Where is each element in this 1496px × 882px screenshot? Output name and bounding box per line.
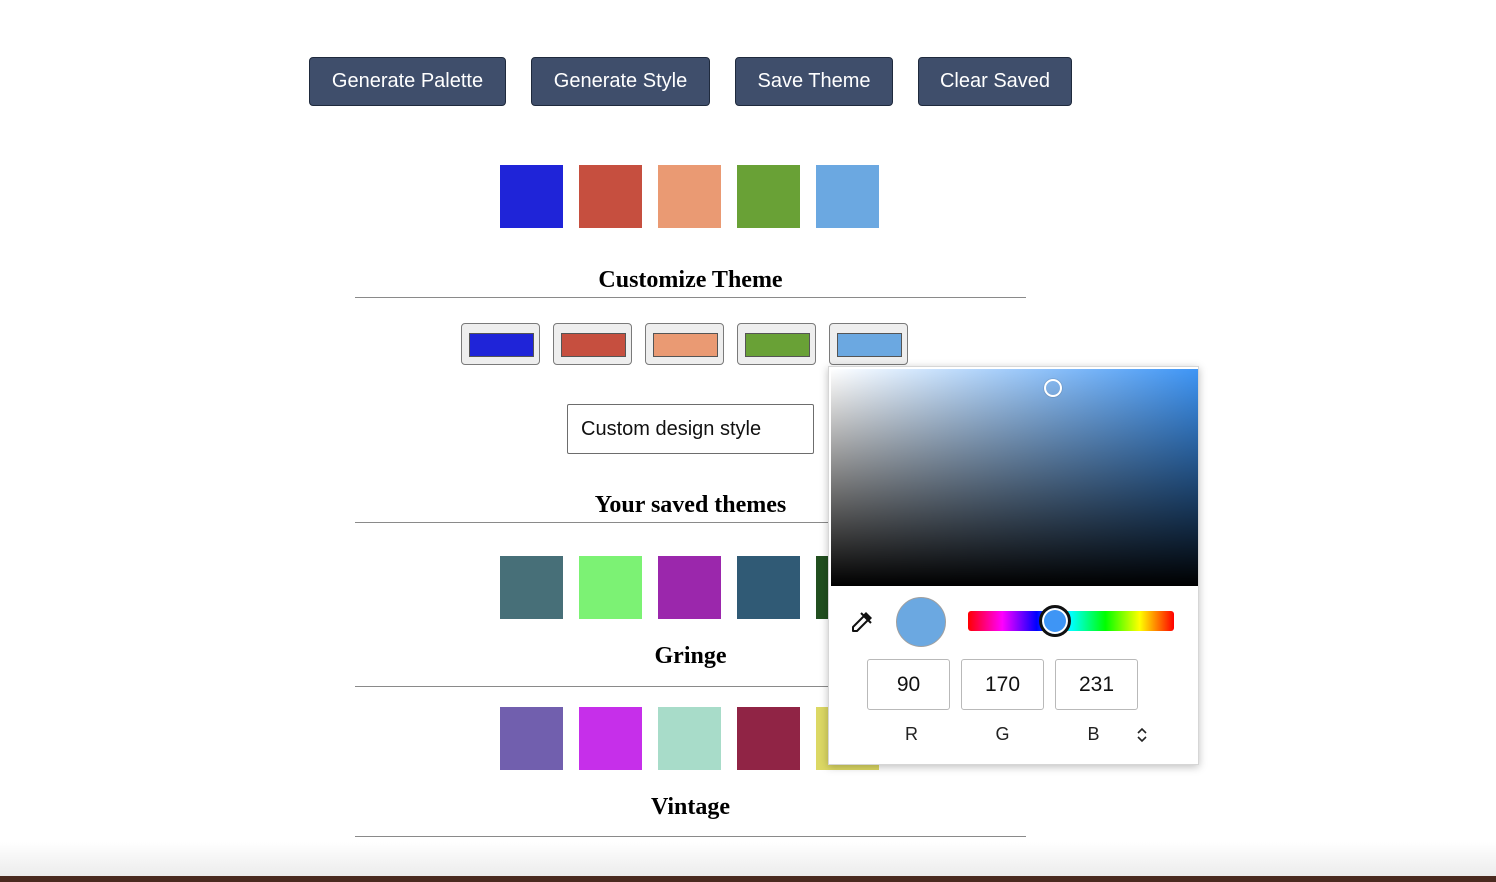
color-fill <box>653 333 718 357</box>
palette-swatch[interactable] <box>500 165 563 228</box>
customize-theme-heading: Customize Theme <box>598 267 783 293</box>
saved-swatch[interactable] <box>500 707 563 770</box>
color-input-button-3[interactable] <box>645 323 724 365</box>
divider <box>355 297 1026 298</box>
color-input-button-5[interactable] <box>829 323 908 365</box>
divider <box>355 836 1026 837</box>
palette-swatch[interactable] <box>579 165 642 228</box>
green-label: G <box>995 724 1010 744</box>
generate-style-button[interactable]: Generate Style <box>531 57 710 106</box>
saved-swatch[interactable] <box>579 707 642 770</box>
clear-saved-button[interactable]: Clear Saved <box>918 57 1072 106</box>
saved-swatch[interactable] <box>737 707 800 770</box>
blue-label: B <box>1087 724 1100 744</box>
saved-swatch[interactable] <box>658 556 721 619</box>
color-input-button-1[interactable] <box>461 323 540 365</box>
page-bottom-fade <box>0 842 1496 876</box>
color-fill <box>837 333 902 357</box>
red-label: R <box>905 724 918 744</box>
generate-palette-button[interactable]: Generate Palette <box>309 57 506 106</box>
saved-swatch[interactable] <box>500 556 563 619</box>
save-theme-button[interactable]: Save Theme <box>735 57 893 106</box>
design-style-input[interactable] <box>567 404 814 454</box>
saved-swatch[interactable] <box>737 556 800 619</box>
page-bottom-strip <box>0 876 1496 882</box>
green-value-input[interactable] <box>961 659 1044 710</box>
saturation-value-area[interactable] <box>831 369 1198 586</box>
palette-swatch[interactable] <box>658 165 721 228</box>
palette-swatch[interactable] <box>816 165 879 228</box>
color-input-button-2[interactable] <box>553 323 632 365</box>
eyedropper-icon[interactable] <box>849 609 875 635</box>
toolbar: Generate Palette Generate Style Save The… <box>0 57 1496 106</box>
saturation-handle[interactable] <box>1044 379 1062 397</box>
mode-toggle-icon[interactable] <box>1135 726 1149 744</box>
blue-value-input[interactable] <box>1055 659 1138 710</box>
saved-theme-name: Vintage <box>650 794 731 820</box>
color-preview-swatch <box>896 597 946 647</box>
color-input-button-4[interactable] <box>737 323 816 365</box>
color-picker-popup: R G B <box>828 366 1199 765</box>
saved-swatch[interactable] <box>658 707 721 770</box>
palette-swatch[interactable] <box>737 165 800 228</box>
color-fill <box>561 333 626 357</box>
color-fill <box>745 333 810 357</box>
saved-swatch[interactable] <box>579 556 642 619</box>
hue-slider-thumb[interactable] <box>1039 605 1071 637</box>
red-value-input[interactable] <box>867 659 950 710</box>
hue-slider[interactable] <box>968 611 1174 631</box>
color-fill <box>469 333 534 357</box>
